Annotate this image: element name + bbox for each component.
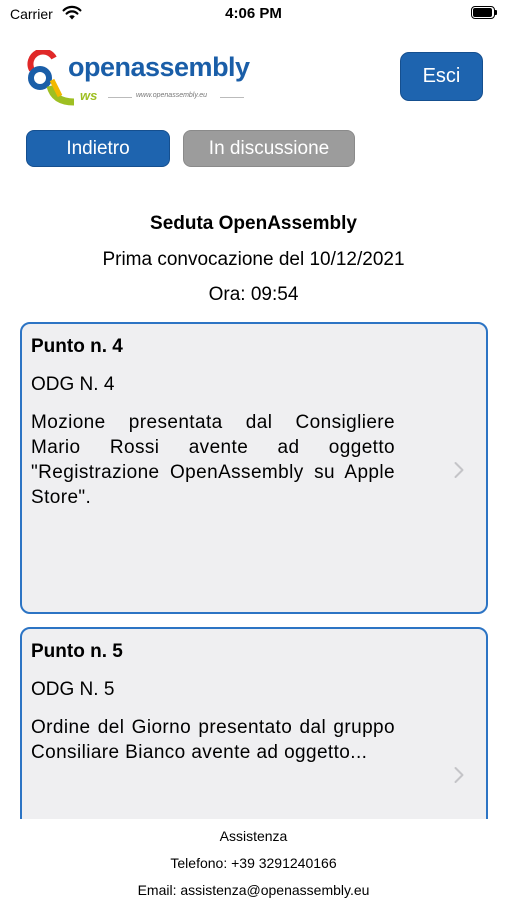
session-time: Ora: 09:54	[208, 284, 299, 305]
session-title: Seduta OpenAssembly	[150, 213, 357, 234]
session-convocation: Prima convocazione del 10/12/2021	[102, 249, 405, 270]
agenda-list: Punto n. 4 ODG N. 4 Mozione presentata d…	[0, 312, 507, 819]
support-phone[interactable]: Telefono: +39 3291240166	[0, 855, 507, 871]
agenda-item-description: Ordine del Giorno presentato dal gruppo …	[31, 717, 395, 763]
chevron-right-icon	[454, 767, 464, 783]
support-email[interactable]: Email: assistenza@openassembly.eu	[0, 882, 507, 898]
battery-icon	[471, 6, 497, 19]
logo-divider	[108, 97, 132, 98]
support-label: Assistenza	[219, 828, 288, 844]
logo-url: www.openassembly.eu	[136, 92, 208, 99]
agenda-item-title: Punto n. 4	[31, 336, 123, 357]
support-footer: Assistenza Telefono: +39 3291240166 Emai…	[0, 819, 507, 900]
openassembly-logo: openassembly ws www.openassembly.eu	[24, 48, 254, 106]
logo-sub: ws	[80, 88, 98, 103]
logo-name: openassembly	[68, 52, 250, 82]
status-time: 4:06 PM	[225, 5, 282, 22]
agenda-item-description: Mozione presentata dal Consigliere Mario…	[31, 412, 395, 508]
agenda-item[interactable]: Punto n. 5 ODG N. 5 Ordine del Giorno pr…	[20, 627, 488, 819]
in-discussion-button[interactable]: In discussione	[183, 130, 355, 167]
agenda-item-odg: ODG N. 5	[31, 679, 115, 700]
chevron-right-icon	[454, 462, 464, 478]
agenda-item-title: Punto n. 5	[31, 641, 123, 662]
logout-button[interactable]: Esci	[400, 52, 483, 101]
agenda-item[interactable]: Punto n. 4 ODG N. 4 Mozione presentata d…	[20, 322, 488, 614]
logo-divider	[220, 97, 244, 98]
back-button[interactable]: Indietro	[26, 130, 170, 167]
status-bar: Carrier 4:06 PM	[0, 0, 507, 30]
agenda-item-odg: ODG N. 4	[31, 374, 115, 395]
